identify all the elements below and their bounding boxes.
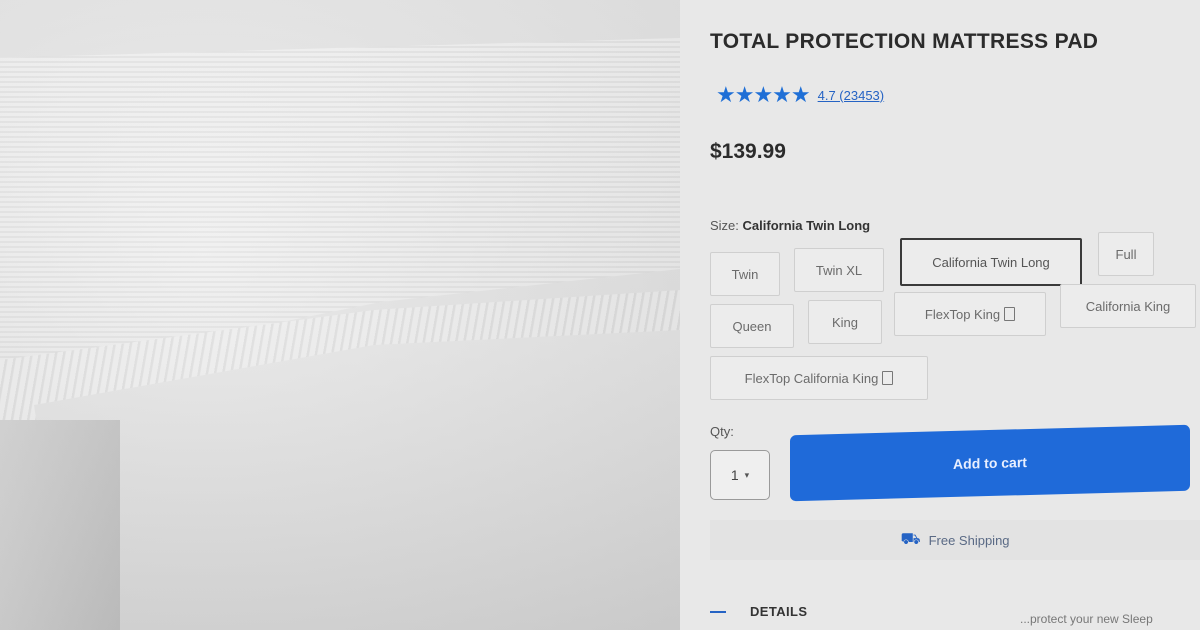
- size-option-full[interactable]: Full: [1098, 232, 1154, 276]
- details-toggle[interactable]: DETAILS: [710, 604, 807, 619]
- rating-row: ★★★★★ 4.7 (23453): [716, 82, 884, 108]
- size-option-california-twin-long[interactable]: California Twin Long: [900, 238, 1082, 286]
- box-icon: [1004, 307, 1016, 321]
- quantity-value: 1: [730, 467, 739, 483]
- chevron-down-icon: ▾: [744, 469, 750, 480]
- size-option-flextop-california-king[interactable]: FlexTop California King: [710, 356, 928, 400]
- size-label: Size: California Twin Long: [710, 218, 871, 233]
- mattress-side: [34, 330, 680, 630]
- quantity-label: Qty:: [710, 424, 734, 439]
- mattress-quilted-top: [0, 38, 680, 368]
- truck-icon: ⛟: [900, 531, 921, 548]
- add-to-cart-button[interactable]: Add to cart: [790, 424, 1190, 502]
- size-option-california-king[interactable]: California King: [1060, 284, 1196, 328]
- reviews-link[interactable]: 4.7 (23453): [818, 88, 885, 103]
- size-option-flextop-king[interactable]: FlexTop King: [894, 292, 1046, 336]
- mattress-edge: [0, 290, 680, 450]
- free-shipping-label: Free Shipping: [928, 532, 1010, 548]
- product-info-panel: TOTAL PROTECTION MATTRESS PAD ★★★★★ 4.7 …: [680, 0, 1200, 630]
- product-image: [0, 0, 680, 630]
- size-options: Twin Twin XL California Twin Long Full Q…: [710, 232, 1200, 414]
- product-price: $139.99: [710, 140, 786, 163]
- box-icon: [882, 371, 894, 385]
- collapse-minus-icon: [710, 610, 726, 613]
- star-rating-icon: ★★★★★: [716, 82, 811, 107]
- details-label: DETAILS: [750, 604, 808, 619]
- size-option-king[interactable]: King: [808, 300, 882, 344]
- size-option-queen[interactable]: Queen: [710, 304, 794, 348]
- selected-size-value: California Twin Long: [742, 218, 871, 233]
- quantity-select[interactable]: 1 ▾: [710, 450, 770, 500]
- free-shipping-banner: ⛟ Free Shipping: [710, 520, 1200, 560]
- size-option-twin-xl[interactable]: Twin XL: [794, 248, 884, 292]
- bed-skirt: [0, 420, 120, 630]
- size-option-twin[interactable]: Twin: [710, 252, 780, 296]
- product-title: TOTAL PROTECTION MATTRESS PAD: [710, 30, 1099, 53]
- details-snippet: ...protect your new Sleep: [1020, 612, 1153, 626]
